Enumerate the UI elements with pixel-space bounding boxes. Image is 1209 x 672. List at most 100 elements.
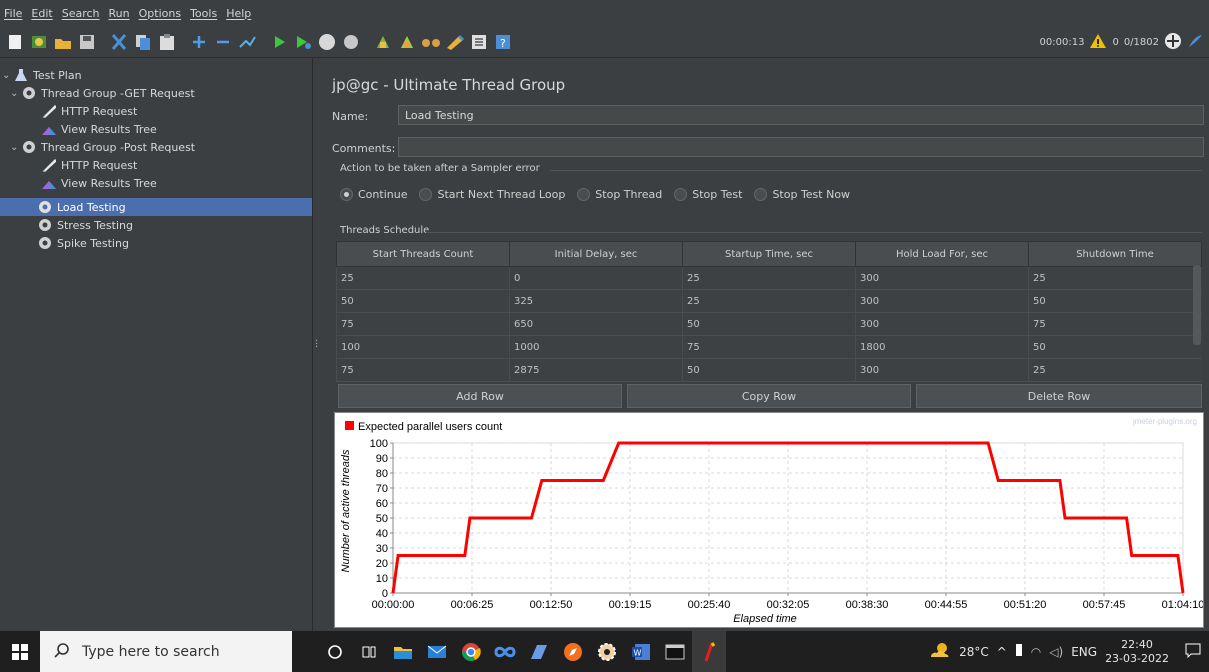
clear-all-icon[interactable] [396, 31, 418, 53]
tree-node-http-request-1[interactable]: HTTP Request [42, 102, 137, 120]
stop-icon[interactable] [316, 31, 338, 53]
feather-icon[interactable] [1187, 33, 1203, 52]
table-cell[interactable]: 100 [336, 335, 510, 359]
weather-temperature[interactable]: 28°C [959, 645, 989, 659]
file-explorer-icon[interactable] [386, 631, 420, 672]
copy-row-button[interactable]: Copy Row [627, 384, 911, 408]
name-input[interactable] [398, 105, 1204, 125]
open-icon[interactable] [52, 31, 74, 53]
radio-start-next-thread-loop[interactable]: Start Next Thread Loop [419, 188, 565, 201]
table-cell[interactable]: 75 [336, 358, 510, 382]
table-cell[interactable]: 25 [1028, 358, 1202, 382]
table-cell[interactable]: 0 [509, 266, 683, 290]
tree-node-thread-group-get[interactable]: ⌄ Thread Group -GET Request [10, 84, 195, 102]
table-row[interactable]: 75 2875 50 300 25 [336, 358, 1202, 382]
menu-edit[interactable]: Edit [27, 7, 57, 20]
table-cell[interactable]: 25 [336, 266, 510, 290]
table-cell[interactable]: 25 [682, 289, 856, 313]
jmeter-taskbar-icon[interactable] [692, 631, 726, 672]
clear-icon[interactable] [372, 31, 394, 53]
infinity-app-icon[interactable] [488, 631, 522, 672]
tree-node-spike-testing[interactable]: Spike Testing [38, 234, 129, 252]
reset-search-icon[interactable] [444, 31, 466, 53]
table-cell[interactable]: 50 [682, 312, 856, 336]
notification-icon[interactable] [1185, 642, 1201, 661]
tree-node-load-testing[interactable]: Load Testing [0, 198, 312, 216]
task-view-icon[interactable] [352, 631, 386, 672]
menu-options[interactable]: Options [135, 7, 186, 20]
table-cell[interactable]: 1800 [855, 335, 1029, 359]
start-icon[interactable] [268, 31, 290, 53]
warning-icon[interactable] [1089, 33, 1107, 52]
table-scrollbar[interactable] [1193, 265, 1201, 345]
table-cell[interactable]: 50 [1028, 289, 1202, 313]
remote-icon[interactable] [1164, 32, 1182, 53]
menu-tools[interactable]: Tools [186, 7, 222, 20]
menu-run[interactable]: Run [105, 7, 135, 20]
menu-help[interactable]: Help [222, 7, 256, 20]
table-cell[interactable]: 325 [509, 289, 683, 313]
table-cell[interactable]: 50 [1028, 335, 1202, 359]
table-cell[interactable]: 50 [336, 289, 510, 313]
table-cell[interactable]: 300 [855, 289, 1029, 313]
tree-node-http-request-2[interactable]: HTTP Request [42, 156, 137, 174]
chrome-icon[interactable] [454, 631, 488, 672]
cut-icon[interactable] [108, 31, 130, 53]
terminal-icon[interactable] [658, 631, 692, 672]
table-cell[interactable]: 75 [1028, 312, 1202, 336]
table-cell[interactable]: 300 [855, 358, 1029, 382]
clock[interactable]: 22:40 23-03-2022 [1105, 638, 1169, 666]
volume-icon[interactable]: ◁) [1049, 645, 1063, 659]
word-icon[interactable]: W [624, 631, 658, 672]
table-cell[interactable]: 25 [682, 266, 856, 290]
table-row[interactable]: 75 650 50 300 75 [336, 312, 1202, 336]
taskbar-search[interactable]: Type here to search [40, 631, 292, 672]
chevron-down-icon[interactable]: ⌄ [10, 142, 22, 153]
paste-icon[interactable] [156, 31, 178, 53]
table-cell[interactable]: 25 [1028, 266, 1202, 290]
comments-input[interactable] [398, 137, 1204, 157]
chevron-down-icon[interactable]: ⌄ [10, 88, 22, 99]
wifi-icon[interactable]: ◠ [1031, 645, 1041, 659]
radio-stop-thread[interactable]: Stop Thread [577, 188, 662, 201]
help-icon[interactable]: ? [492, 31, 514, 53]
radio-stop-test[interactable]: Stop Test [674, 188, 742, 201]
settings-gear-icon[interactable] [590, 631, 624, 672]
battery-icon[interactable] [1015, 643, 1023, 660]
tree-node-view-results-tree-2[interactable]: View Results Tree [42, 174, 157, 192]
delete-row-button[interactable]: Delete Row [916, 384, 1202, 408]
toggle-icon[interactable] [236, 31, 258, 53]
cortana-icon[interactable] [318, 631, 352, 672]
column-header[interactable]: Initial Delay, sec [509, 241, 683, 267]
table-cell[interactable]: 300 [855, 312, 1029, 336]
table-row[interactable]: 50 325 25 300 50 [336, 289, 1202, 313]
chevron-up-icon[interactable]: ^ [997, 645, 1007, 659]
weather-icon[interactable] [929, 642, 951, 661]
function-helper-icon[interactable] [468, 31, 490, 53]
search-binoculars-icon[interactable] [420, 31, 442, 53]
start-no-pauses-icon[interactable] [292, 31, 314, 53]
menu-file[interactable]: File [0, 7, 27, 20]
tree-node-stress-testing[interactable]: Stress Testing [38, 216, 133, 234]
language-indicator[interactable]: ENG [1071, 645, 1097, 659]
chevron-down-icon[interactable]: ⌄ [2, 70, 14, 81]
windows-start-icon[interactable] [0, 631, 40, 672]
shutdown-icon[interactable] [340, 31, 362, 53]
column-header[interactable]: Hold Load For, sec [855, 241, 1029, 267]
tree-node-view-results-tree-1[interactable]: View Results Tree [42, 120, 157, 138]
radio-continue[interactable]: Continue [340, 188, 407, 201]
add-row-button[interactable]: Add Row [338, 384, 622, 408]
table-cell[interactable]: 2875 [509, 358, 683, 382]
mail-icon[interactable] [420, 631, 454, 672]
splitter-grip-icon[interactable]: · · · [315, 337, 318, 353]
compass-icon[interactable] [556, 631, 590, 672]
table-cell[interactable]: 650 [509, 312, 683, 336]
table-row[interactable]: 25 0 25 300 25 [336, 266, 1202, 290]
copy-icon[interactable] [132, 31, 154, 53]
expand-icon[interactable] [188, 31, 210, 53]
table-cell[interactable]: 50 [682, 358, 856, 382]
table-cell[interactable]: 75 [682, 335, 856, 359]
column-header[interactable]: Shutdown Time [1028, 241, 1202, 267]
column-header[interactable]: Startup Time, sec [682, 241, 856, 267]
column-header[interactable]: Start Threads Count [336, 241, 510, 267]
